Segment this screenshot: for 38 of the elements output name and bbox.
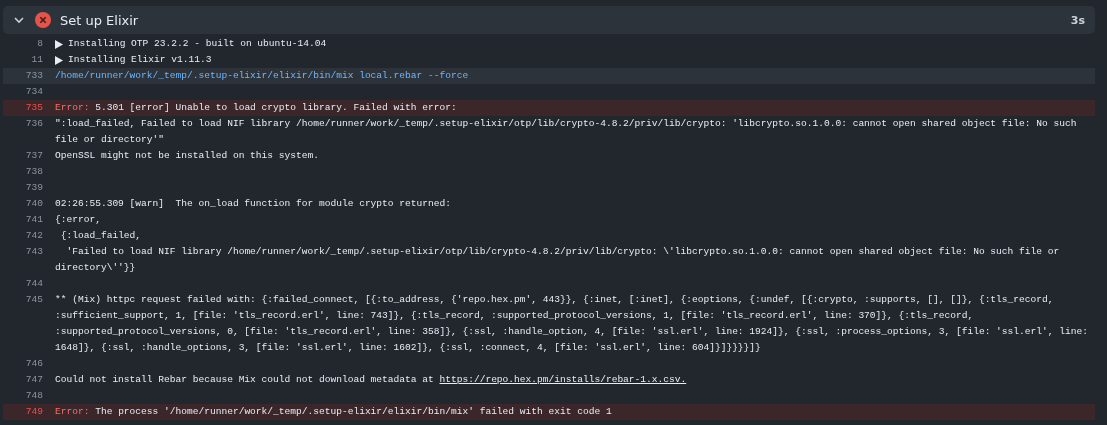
log-text: OpenSSL might not be installed on this system. — [55, 150, 319, 161]
line-number: 735 — [24, 101, 43, 115]
step-header[interactable]: Set up Elixir 3s — [3, 6, 1095, 34]
line-number: 738 — [24, 165, 43, 179]
line-number: 748 — [24, 389, 43, 403]
log-group-toggle[interactable]: Installing OTP 23.2.2 - built on ubuntu-14.04 — [55, 36, 327, 52]
error-label: Error: — [55, 102, 90, 113]
line-number: 737 — [24, 149, 43, 163]
error-message: The process '/home/runner/work/_temp/.setup-elixir/elixir/bin/mix' failed with exit code 1 — [94, 406, 612, 417]
log-text: ** (Mix) httpc request failed with: {:failed_connect, [{:to_address, {'repo.hex.pm', 443}}, {:inet, [:inet], {:eoptions, {:undef, [{:crypto, :supports, [], []}, {:tls_record, :sufficient_support, 1, [file: 'tls_record.erl', line: 743]}, {:tls_record, :supported_protocol_versions, 1, [file: 'tls_record.erl', line: 370]}, {:tls_record, :supported_protocol_versions, 0, [file: 'tls_record.erl', line: 358]}, {:ssl, :handle_option, 4, [file: 'ssl.erl', line: 1924]}, {:ssl, :process_options, 3, [file: 'ssl.erl', line: 1648]}, {:ssl, :handle_options, 3, [file: 'ssl.erl', line: 1602]}, {:ssl, :connect, 4, [file: 'ssl.erl', line: 604]}]}}}}]} — [55, 294, 1089, 353]
log-text: ":load_failed, Failed to load NIF library /home/runner/work/_temp/.setup-elixir/otp/lib/crypto-4.8.2/priv/lib/crypto: 'libcrypto.so.1.0.0: cannot open shared object file: No such file or directory'" — [55, 118, 1078, 145]
line-number: 745 — [24, 293, 43, 307]
log-text: {:error, — [55, 214, 101, 225]
line-number: 741 — [24, 213, 43, 227]
error-message: 5.301 [error] Unable to load crypto library. Failed with error: — [94, 102, 457, 113]
line-number: 744 — [24, 277, 43, 291]
step-duration: 3s — [1070, 13, 1085, 27]
log-group-toggle[interactable]: Installing Elixir v1.11.3 — [55, 52, 212, 68]
line-number: 747 — [24, 373, 43, 387]
line-number: 746 — [24, 357, 43, 371]
line-number: 749 — [24, 405, 43, 419]
line-number: 8 — [36, 37, 43, 51]
line-number: 743 — [24, 245, 43, 259]
step-title: Set up Elixir — [60, 12, 140, 28]
error-label: Error: — [55, 406, 90, 417]
line-number: 736 — [24, 117, 43, 131]
log-text: 'Failed to load NIF library /home/runner/work/_temp/.setup-elixir/otp/lib/crypto-4.8.2/priv/lib/crypto: \'libcrypto.so.1.0.0: cannot open shared object file: No such file or directory\''}} — [55, 246, 1061, 273]
line-number: 739 — [24, 181, 43, 195]
line-number: 740 — [24, 197, 43, 211]
line-number: 733 — [24, 69, 43, 83]
line-number: 742 — [24, 229, 43, 243]
url-link[interactable]: https://repo.hex.pm/installs/rebar-1.x.csv. — [439, 374, 687, 385]
command-text: /home/runner/work/_temp/.setup-elixir/elixir/bin/mix local.rebar --force — [55, 70, 469, 81]
log-text: Could not install Rebar because Mix could not download metadata at — [55, 374, 435, 385]
line-number: 734 — [24, 85, 43, 99]
log-text: {:load_failed, — [59, 230, 142, 241]
log-text: 02:26:55.309 [warn] The on_load function for module crypto returned: — [55, 198, 451, 209]
line-number: 11 — [30, 53, 43, 67]
